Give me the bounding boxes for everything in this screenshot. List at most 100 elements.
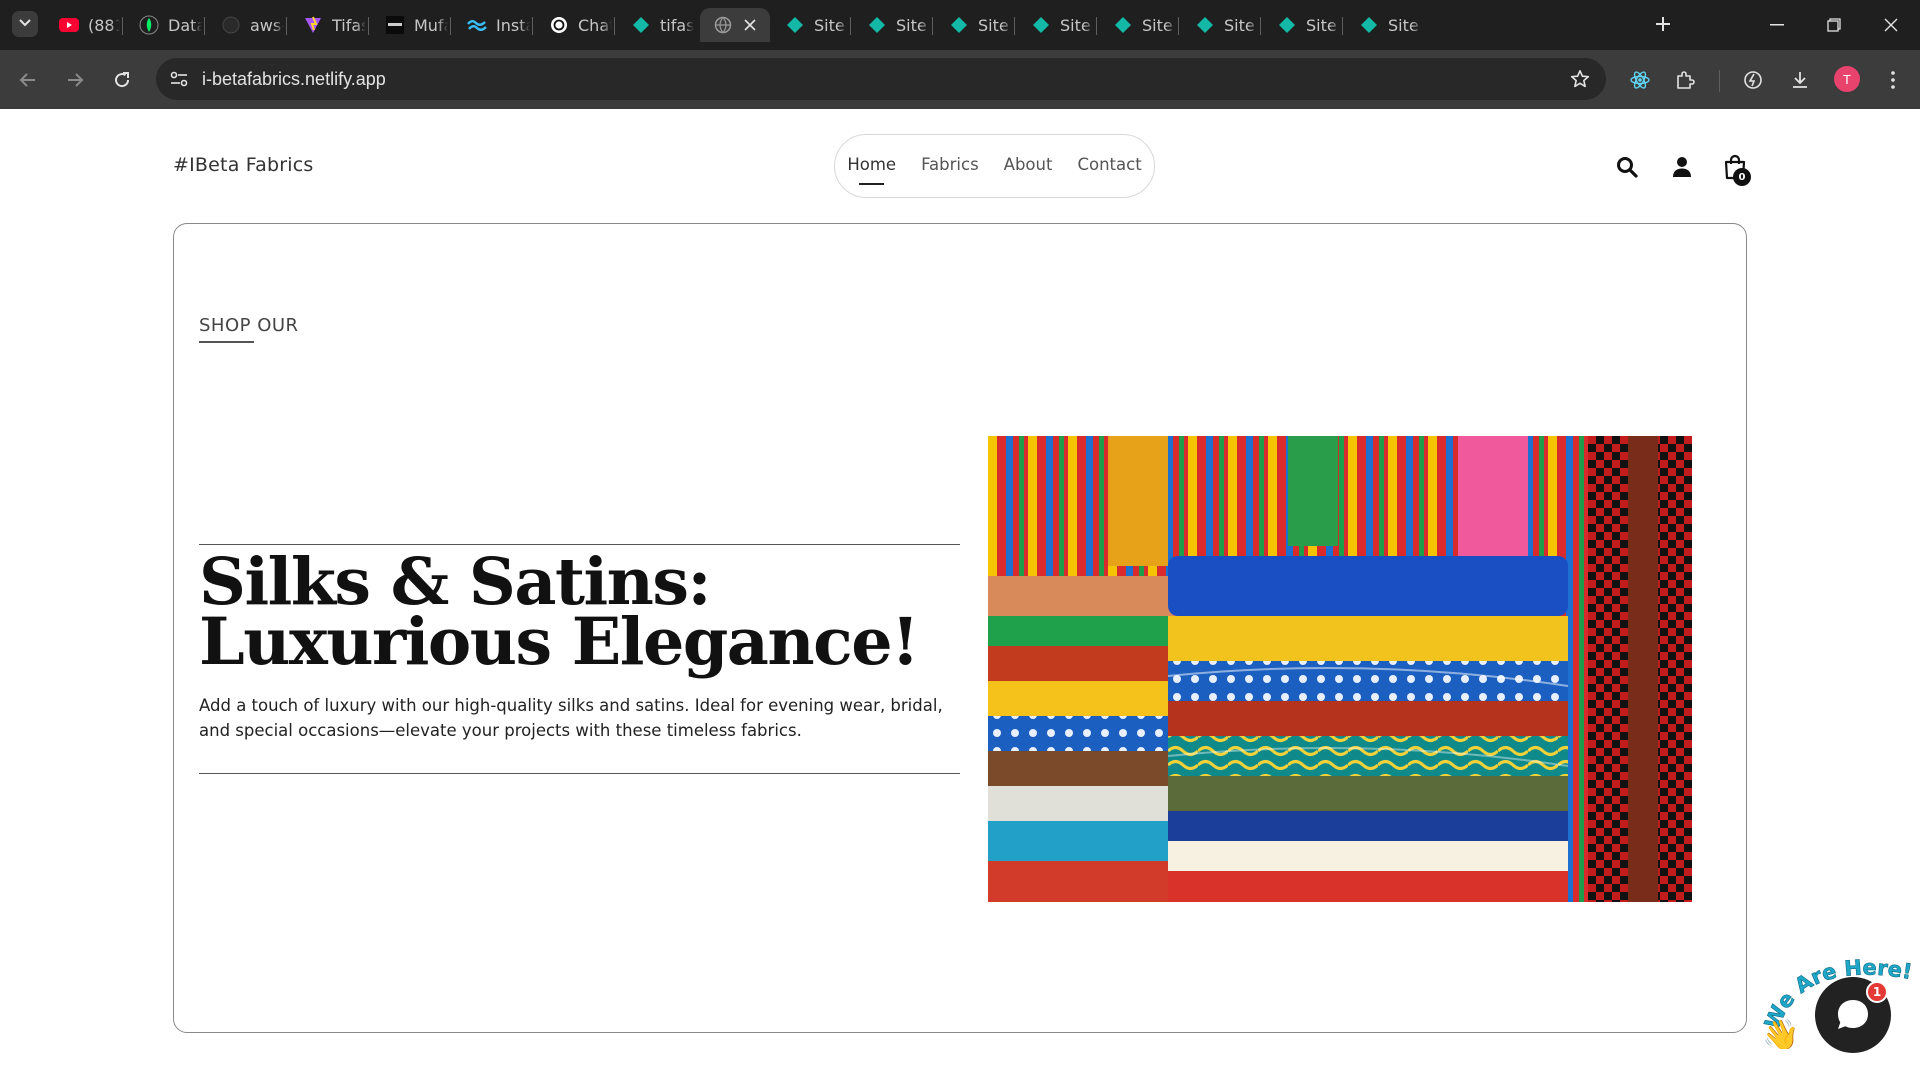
restore-button[interactable] [1805, 0, 1863, 50]
tab-separator [614, 17, 615, 35]
netlify-icon [1359, 15, 1379, 35]
netlify-icon [785, 15, 805, 35]
plus-icon [1656, 17, 1670, 31]
cart-count-badge: 0 [1733, 168, 1751, 186]
performance-icon[interactable] [1736, 63, 1770, 97]
tab-separator [850, 17, 851, 35]
vite-icon [303, 15, 323, 35]
tab-label: Instal [496, 15, 530, 35]
main-nav: Home Fabrics About Contact [834, 134, 1155, 198]
close-window-button[interactable] [1862, 0, 1920, 50]
reload-button[interactable] [105, 63, 139, 97]
address-bar[interactable]: i-betafabrics.netlify.app [156, 58, 1606, 100]
youtube-icon [59, 15, 79, 35]
browser-tab[interactable]: I [700, 8, 770, 42]
tab-label: (881) [88, 15, 120, 35]
netlify-icon [949, 15, 969, 35]
user-account-icon[interactable] [1667, 152, 1697, 182]
tab-label: Site c [814, 15, 848, 35]
url-text[interactable]: i-betafabrics.netlify.app [202, 69, 386, 90]
nav-link-home[interactable]: Home [847, 155, 896, 185]
chevron-down-icon [19, 19, 31, 27]
tab-separator [204, 17, 205, 35]
browser-tab[interactable]: aws-c [208, 8, 284, 42]
search-icon[interactable] [1612, 152, 1642, 182]
chat-bubble-icon [1838, 1000, 1868, 1029]
tab-label: Site c [1142, 15, 1176, 35]
netlify-icon [631, 15, 651, 35]
site-brand-logo[interactable]: #IBeta Fabrics [173, 154, 314, 176]
waving-hand-icon: 👋 [1762, 1018, 1799, 1049]
new-tab-button[interactable] [1650, 11, 1676, 37]
netlify-icon [1195, 15, 1215, 35]
extensions-puzzle-icon[interactable] [1668, 63, 1702, 97]
netlify-icon [1277, 15, 1297, 35]
browser-toolbar: i-betafabrics.netlify.app T [0, 50, 1920, 109]
tab-label: Site c [978, 15, 1012, 35]
eyebrow-underline [199, 341, 254, 343]
react-devtools-extension-icon[interactable] [1623, 63, 1657, 97]
browser-tab[interactable]: Site c [772, 8, 848, 42]
arrow-right-icon [68, 73, 84, 87]
site-info-icon[interactable] [166, 66, 192, 92]
browser-tab[interactable]: Data [126, 8, 202, 42]
tab-label: Mufa [414, 15, 448, 35]
browser-tab[interactable]: Site c [854, 8, 930, 42]
browser-tab[interactable]: tifase [618, 8, 694, 42]
nav-link-fabrics[interactable]: Fabrics [921, 155, 979, 174]
hero-card: SHOP OUR Silks & Satins: Luxurious Elega… [173, 223, 1747, 1033]
minimize-icon [1770, 24, 1784, 26]
minimize-button[interactable] [1748, 0, 1806, 50]
tab-label: Site c [1306, 15, 1340, 35]
netlify-icon [867, 15, 887, 35]
tab-label: Site c [1224, 15, 1258, 35]
tab-separator [368, 17, 369, 35]
tab-label: Data [168, 15, 202, 35]
browser-tab[interactable]: (881) [46, 8, 120, 42]
tab-separator [122, 17, 123, 35]
chat-unread-badge: 1 [1866, 981, 1888, 1003]
hero-eyebrow: SHOP OUR [199, 315, 299, 336]
tab-separator [1342, 17, 1343, 35]
tab-label: aws-c [250, 15, 284, 35]
browser-tab-strip: (881) Data aws-c Tifasc Mufa Instal ChatC tifas… [0, 0, 1920, 50]
globe-icon [713, 15, 733, 35]
browser-tab[interactable]: Site c [1100, 8, 1176, 42]
profile-avatar[interactable]: T [1834, 66, 1860, 92]
divider-bottom [199, 773, 960, 774]
tab-label: Site c [896, 15, 930, 35]
hero-description: Add a touch of luxury with our high-qual… [199, 696, 943, 740]
tab-separator [286, 17, 287, 35]
web-page: #IBeta Fabrics Home Fabrics About Contac… [0, 109, 1920, 1078]
browser-tab[interactable]: Site c [1264, 8, 1340, 42]
browser-tab[interactable]: Instal [454, 8, 530, 42]
tab-close-icon[interactable] [740, 15, 760, 35]
nav-link-contact[interactable]: Contact [1077, 155, 1141, 174]
browser-tab[interactable]: Site c [1182, 8, 1258, 42]
browser-tab[interactable]: ChatC [536, 8, 612, 42]
browser-tab[interactable]: Tifasc [290, 8, 366, 42]
back-button[interactable] [11, 63, 45, 97]
browser-tab[interactable]: Mufa [372, 8, 448, 42]
tab-search-button[interactable] [12, 11, 38, 37]
tab-label: ChatC [578, 15, 612, 35]
browser-tab[interactable]: Site c [1018, 8, 1094, 42]
github-icon [221, 15, 241, 35]
chatgpt-icon [549, 15, 569, 35]
bookmark-star-icon[interactable] [1568, 67, 1592, 91]
browser-tab[interactable]: Site c [1346, 8, 1422, 42]
arrow-left-icon [19, 73, 35, 87]
forward-button[interactable] [58, 63, 92, 97]
tab-separator [932, 17, 933, 35]
browser-tab[interactable]: Site c [936, 8, 1012, 42]
tab-separator [1178, 17, 1179, 35]
tab-separator [1014, 17, 1015, 35]
dark-square-icon [385, 15, 405, 35]
tab-separator [450, 17, 451, 35]
hero-headline: Silks & Satins: Luxurious Elegance! [199, 544, 920, 680]
tab-separator [1260, 17, 1261, 35]
reload-icon [115, 72, 130, 88]
nav-link-about[interactable]: About [1004, 155, 1053, 174]
menu-kebab-icon[interactable] [1876, 63, 1910, 97]
download-icon[interactable] [1783, 63, 1817, 97]
